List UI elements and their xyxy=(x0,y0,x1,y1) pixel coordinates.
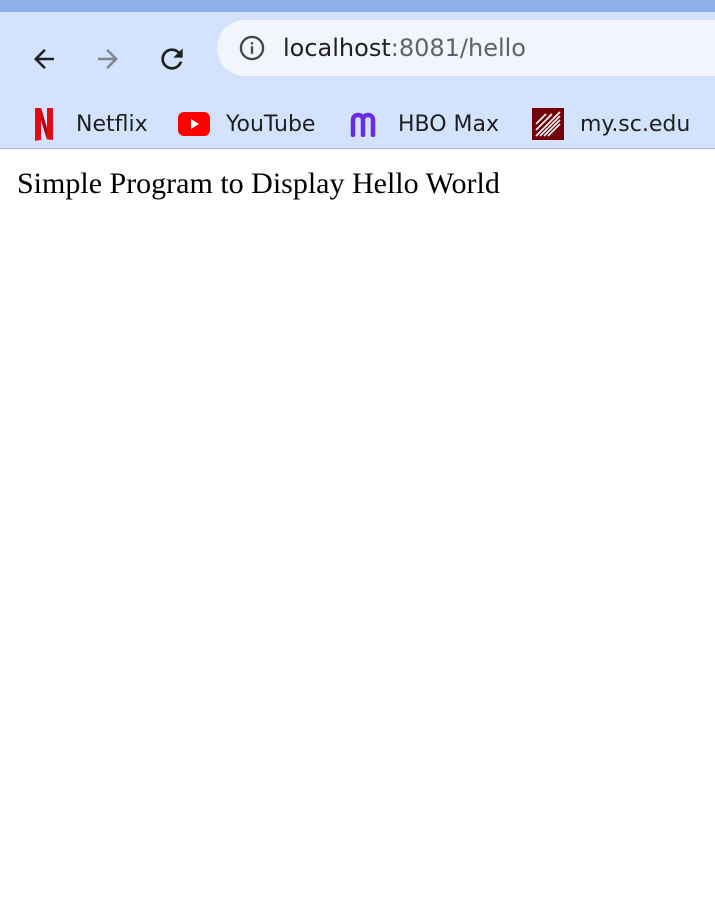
hello-world-text: Simple Program to Display Hello World xyxy=(17,167,500,200)
address-url[interactable]: localhost:8081/hello xyxy=(283,34,526,62)
bookmark-youtube[interactable]: YouTube xyxy=(178,106,315,142)
netflix-icon xyxy=(28,108,60,141)
back-button[interactable] xyxy=(24,39,64,79)
bookmark-label: Netflix xyxy=(76,111,148,137)
address-bar[interactable]: localhost:8081/hello xyxy=(217,20,715,76)
bookmark-label: HBO Max xyxy=(398,111,500,137)
window-top-strip xyxy=(0,0,715,12)
bookmark-label: YouTube xyxy=(226,111,316,137)
youtube-icon xyxy=(178,108,210,140)
hbo-max-icon xyxy=(350,108,382,140)
bookmarks-bar: Netflix YouTube HBO Max my.sc.edu xyxy=(0,98,715,150)
address-path: :8081/hello xyxy=(390,34,526,62)
info-icon xyxy=(239,35,265,61)
page-content: Simple Program to Display Hello World xyxy=(0,149,715,219)
sc-edu-icon xyxy=(532,108,564,140)
arrow-left-icon xyxy=(34,49,54,69)
reload-icon xyxy=(161,48,183,70)
reload-button[interactable] xyxy=(152,39,192,79)
bookmark-label: my.sc.edu xyxy=(580,111,691,137)
bookmark-netflix[interactable]: Netflix xyxy=(28,106,148,142)
bookmark-hbo-max[interactable]: HBO Max xyxy=(350,106,499,142)
browser-toolbar: localhost:8081/hello Netflix YouTube HBO… xyxy=(0,12,715,149)
arrow-right-icon xyxy=(98,49,118,69)
address-host: localhost xyxy=(283,34,391,62)
bookmark-my-sc-edu[interactable]: my.sc.edu xyxy=(532,106,690,142)
forward-button[interactable] xyxy=(88,39,128,79)
site-info-button[interactable] xyxy=(236,32,268,64)
